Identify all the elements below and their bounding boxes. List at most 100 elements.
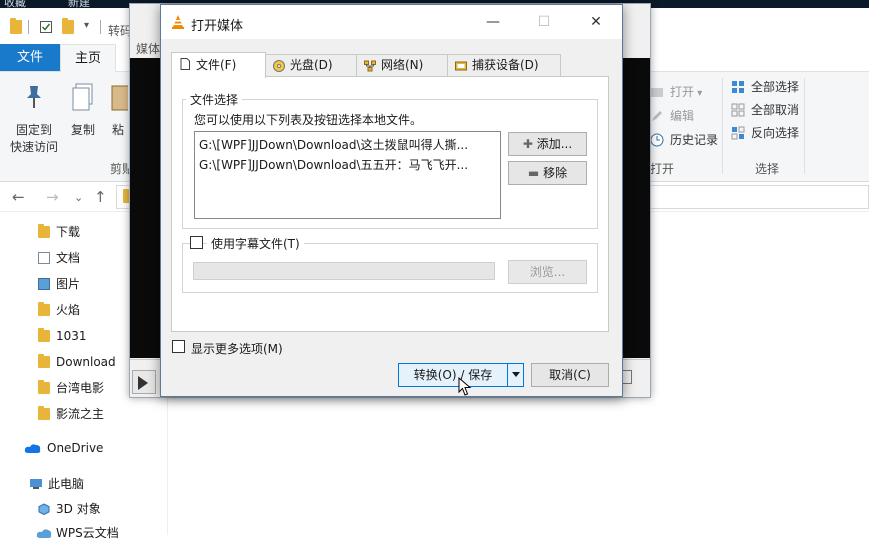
select-all-icon — [732, 81, 744, 93]
nav-item-3d-objects[interactable]: 3D 对象 — [0, 497, 168, 521]
paste-icon — [111, 85, 128, 111]
plus-icon: ✚ — [522, 137, 533, 151]
history-button[interactable]: 历史记录 — [650, 130, 718, 150]
use-subtitle-label: 使用字幕文件(T) — [207, 235, 304, 252]
nav-item-label: 1031 — [56, 329, 87, 343]
nav-item-this-pc[interactable]: 此电脑 — [0, 472, 168, 496]
invert-selection-icon — [731, 126, 745, 140]
edit-button[interactable]: 编辑 — [650, 106, 694, 126]
dialog-tabs: 文件(F) 光盘(D) 网络(N) 捕获设备(D) — [171, 52, 611, 78]
select-none-icon — [731, 103, 745, 117]
edit-icon — [652, 111, 662, 121]
nav-item-label: 影流之主 — [56, 407, 105, 421]
nav-item-label: 图片 — [56, 277, 81, 291]
file-icon — [180, 58, 190, 70]
nav-item-shadow-lord[interactable]: 影流之主 — [0, 402, 168, 426]
recent-locations-chevron-icon[interactable]: ⌄ — [74, 191, 83, 204]
pin-icon — [27, 86, 41, 108]
pin-label-line1: 固定到 — [15, 123, 52, 137]
folder-icon — [10, 18, 22, 34]
select-group-label: 选择 — [755, 162, 780, 176]
remove-file-label: 移除 — [543, 166, 568, 180]
folder-icon — [38, 406, 50, 420]
minus-icon: ▬ — [527, 166, 540, 180]
cancel-label: 取消(C) — [549, 368, 591, 382]
select-all-label: 全部选择 — [751, 80, 800, 94]
select-none-button[interactable]: 全部取消 — [731, 100, 799, 120]
list-item[interactable]: G:\[WPF]JJDown\Download\这土拨鼠叫得人撕... — [199, 136, 499, 153]
open-button[interactable]: 打开 ▾ — [650, 82, 702, 102]
up-arrow-icon[interactable]: ↑ — [94, 188, 107, 206]
remove-file-button[interactable]: ▬ 移除 — [508, 161, 587, 185]
use-subtitle-checkbox[interactable] — [190, 236, 203, 249]
back-arrow-icon[interactable]: ← — [12, 188, 25, 206]
select-none-label: 全部取消 — [751, 103, 800, 117]
nav-item-wps-cloud[interactable]: WPS云文档 — [0, 521, 168, 545]
nav-item-label: Download — [56, 355, 116, 369]
cancel-button[interactable]: 取消(C) — [531, 363, 609, 387]
file-list[interactable]: G:\[WPF]JJDown\Download\这土拨鼠叫得人撕... G:\[… — [194, 131, 501, 219]
new-folder-icon[interactable] — [62, 18, 74, 34]
folder-icon — [38, 354, 50, 368]
dialog-title-bar[interactable]: 打开媒体 — ☐ ✕ — [161, 5, 622, 39]
vlc-video-area-left — [130, 58, 160, 358]
mouse-cursor-icon — [458, 377, 472, 396]
tab-file[interactable]: 文件(F) — [171, 52, 266, 78]
nav-item-label: 文档 — [56, 251, 81, 265]
minimize-button[interactable]: — — [478, 11, 508, 33]
show-more-options-label: 显示更多选项(M) — [191, 342, 283, 356]
nav-item-label: 台湾电影 — [56, 381, 105, 395]
pin-quick-access-button[interactable]: 固定到 快速访问 — [6, 82, 62, 155]
dialog-title: 打开媒体 — [191, 19, 244, 34]
tab-disc[interactable]: 光盘(D) — [265, 54, 357, 77]
paste-button[interactable]: 粘 — [108, 82, 128, 138]
tab-label: 文件(F) — [196, 58, 237, 72]
vlc-video-area-right — [620, 58, 650, 358]
browse-subtitle-button[interactable]: 浏览... — [508, 260, 587, 284]
show-more-options-checkbox[interactable] — [172, 340, 185, 353]
file-tab-panel: 文件选择 您可以使用以下列表及按钮选择本地文件。 G:\[WPF]JJDown\… — [171, 76, 609, 332]
documents-icon — [38, 252, 50, 264]
select-all-button[interactable]: 全部选择 — [731, 77, 799, 97]
onedrive-cloud-icon — [24, 444, 41, 453]
tab-home[interactable]: 主页 — [60, 44, 116, 72]
open-group-label: 打开 — [650, 162, 675, 176]
add-file-label: 添加... — [536, 137, 573, 151]
close-button[interactable]: ✕ — [581, 11, 611, 33]
vlc-media-menu[interactable]: 媒体 — [136, 40, 160, 57]
download-folder-icon — [38, 224, 50, 238]
tab-label: 网络(N) — [381, 58, 424, 72]
nav-item-onedrive[interactable]: OneDrive — [0, 436, 168, 460]
tab-label: 捕获设备(D) — [472, 58, 539, 72]
nav-item-label: 火焰 — [56, 303, 81, 317]
tab-network[interactable]: 网络(N) — [356, 54, 448, 77]
list-item[interactable]: G:\[WPF]JJDown\Download\五五开：马飞飞开... — [199, 156, 499, 173]
history-label: 历史记录 — [670, 133, 719, 147]
customize-qa-dropdown-icon[interactable]: ▾ — [84, 20, 89, 31]
convert-save-button[interactable]: 转换(O) / 保存 — [399, 364, 507, 386]
maximize-button[interactable]: ☐ — [529, 11, 559, 33]
network-icon — [364, 60, 376, 72]
copy-label: 复制 — [70, 123, 95, 137]
edit-label: 编辑 — [670, 109, 695, 123]
open-media-dialog: 打开媒体 — ☐ ✕ 文件(F) 光盘(D) 网络(N) 捕获设备(D) 文件选… — [160, 4, 623, 397]
pin-label-line2: 快速访问 — [9, 140, 58, 154]
subtitle-file-field — [193, 262, 495, 280]
nav-item-label: 此电脑 — [48, 477, 85, 491]
nav-item-label: 3D 对象 — [56, 502, 101, 516]
tab-capture-device[interactable]: 捕获设备(D) — [447, 54, 561, 77]
vlc-cone-icon — [172, 15, 184, 29]
copy-button[interactable]: 复制 — [64, 82, 102, 138]
open-icon — [651, 88, 663, 97]
computer-icon — [30, 479, 42, 489]
nav-item-label: 下载 — [56, 225, 81, 239]
browse-subtitle-label: 浏览... — [529, 265, 566, 279]
forward-arrow-icon[interactable]: → — [46, 188, 59, 206]
tab-file[interactable]: 文件 — [0, 44, 60, 71]
invert-selection-button[interactable]: 反向选择 — [731, 123, 799, 143]
properties-check-icon[interactable] — [40, 20, 52, 34]
add-file-button[interactable]: ✚ 添加... — [508, 132, 587, 156]
convert-dropdown-arrow-icon[interactable] — [507, 364, 523, 386]
file-selection-legend: 文件选择 — [186, 91, 243, 108]
pictures-icon — [38, 278, 50, 290]
